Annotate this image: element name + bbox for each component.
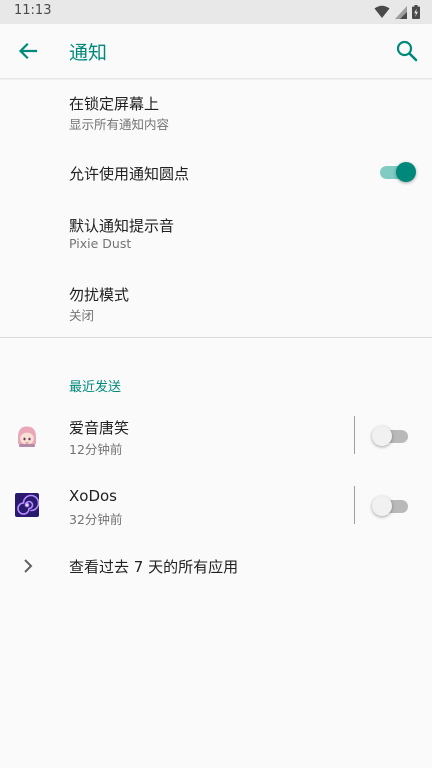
see-all-apps-label: 查看过去 7 天的所有应用 [69, 558, 239, 576]
row-separator [354, 486, 355, 524]
status-time: 11:13 [14, 3, 52, 18]
battery-icon [412, 5, 420, 19]
app-notification-toggle[interactable] [372, 495, 408, 517]
setting-default-sound-summary: Pixie Dust [69, 236, 132, 251]
toggle-thumb [396, 162, 416, 182]
setting-do-not-disturb[interactable]: 勿扰模式 关闭 [0, 270, 432, 336]
search-icon[interactable] [394, 38, 420, 64]
spiral-galaxy-icon [15, 493, 39, 517]
recent-app-time: 32分钟前 [69, 512, 123, 527]
app-bar: 通知 [0, 24, 432, 78]
status-bar: 11:13 [0, 0, 432, 24]
recent-app-name: 爱音唐笑 [69, 419, 130, 437]
setting-lock-screen[interactable]: 在锁定屏幕上 显示所有通知内容 [0, 78, 432, 144]
signal-icon [395, 5, 407, 19]
wifi-icon [374, 5, 390, 18]
chevron-right-icon [24, 559, 33, 573]
setting-default-sound-title: 默认通知提示音 [69, 217, 175, 235]
setting-default-sound[interactable]: 默认通知提示音 Pixie Dust [0, 202, 432, 268]
setting-do-not-disturb-summary: 关闭 [69, 308, 95, 323]
toggle-thumb [372, 426, 392, 446]
anime-avatar-icon [18, 426, 36, 447]
setting-do-not-disturb-title: 勿扰模式 [69, 286, 130, 304]
recent-app-name: XoDos [69, 487, 117, 505]
section-divider [0, 337, 432, 338]
app-notification-toggle[interactable] [372, 425, 408, 447]
toggle-thumb [372, 496, 392, 516]
see-all-apps-row[interactable]: 查看过去 7 天的所有应用 [0, 540, 432, 594]
setting-notification-dots[interactable]: 允许使用通知圆点 [0, 144, 432, 202]
recent-app-row[interactable]: 爱音唐笑 12分钟前 [0, 402, 432, 470]
setting-lock-screen-title: 在锁定屏幕上 [69, 95, 160, 113]
row-separator [354, 416, 355, 454]
recent-app-time: 12分钟前 [69, 442, 123, 457]
setting-lock-screen-summary: 显示所有通知内容 [69, 117, 170, 132]
arrow-back-icon[interactable] [14, 37, 42, 65]
setting-notification-dots-title: 允许使用通知圆点 [69, 165, 190, 183]
page-title: 通知 [69, 42, 108, 64]
recent-app-row[interactable]: XoDos 32分钟前 [0, 472, 432, 540]
notification-dots-toggle[interactable] [380, 161, 416, 183]
recent-section-header: 最近发送 [69, 380, 122, 395]
system-icons [374, 4, 420, 20]
